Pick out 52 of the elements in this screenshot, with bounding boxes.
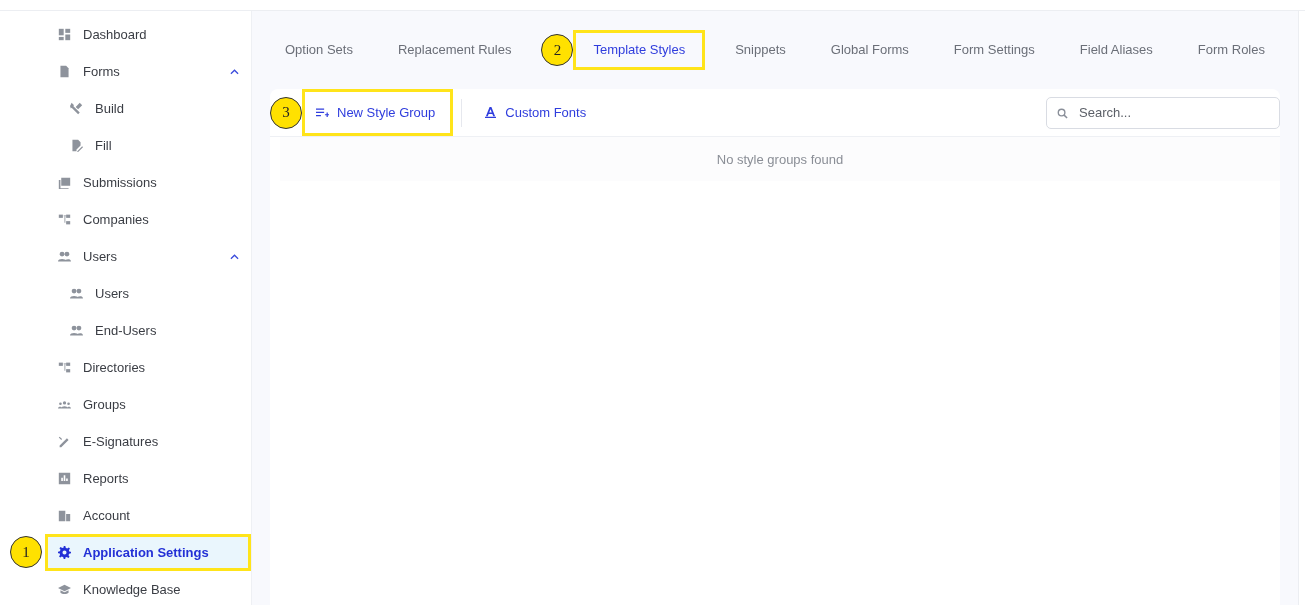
- tree-icon: [58, 361, 71, 374]
- tab[interactable]: Form Roles: [1182, 30, 1280, 70]
- edit-doc-icon: [70, 139, 83, 152]
- sidebar-item[interactable]: Groups: [45, 386, 251, 423]
- sidebar-item[interactable]: Build: [45, 90, 251, 127]
- sidebar-item[interactable]: Submissions: [45, 164, 251, 201]
- search-field[interactable]: Search...: [1046, 96, 1280, 129]
- tab[interactable]: Global Forms: [815, 30, 924, 70]
- tab[interactable]: Form Settings: [938, 30, 1050, 70]
- callout-badge: 3: [270, 96, 302, 129]
- chart-icon: [58, 472, 71, 485]
- sidebar-item[interactable]: End-Users: [45, 312, 251, 349]
- sidebar-item[interactable]: Companies: [45, 201, 251, 238]
- callout-badge: 2: [541, 34, 574, 66]
- sidebar-item[interactable]: Application Settings: [45, 534, 251, 571]
- sidebar-item[interactable]: Dashboard: [45, 16, 251, 53]
- sidebar-item[interactable]: E-Signatures: [45, 423, 251, 460]
- sidebar-item[interactable]: Reports: [45, 460, 251, 497]
- sidebar-item[interactable]: Users: [45, 275, 251, 312]
- tab[interactable]: Template Styles: [573, 30, 706, 70]
- chevron-up-icon[interactable]: [230, 68, 239, 75]
- group-icon: [58, 398, 71, 411]
- font-icon: [484, 107, 498, 118]
- sidebar-item[interactable]: Forms: [45, 53, 251, 90]
- sidebar-item[interactable]: Directories: [45, 349, 251, 386]
- people-icon: [70, 287, 83, 300]
- signature-icon: [58, 435, 71, 448]
- tools-icon: [70, 102, 83, 115]
- cap-icon: [58, 583, 71, 596]
- toolbar-button[interactable]: New Style Group: [302, 89, 454, 136]
- stack-icon: [58, 176, 71, 189]
- empty-message: No style groups found: [716, 151, 844, 167]
- gear-icon: [58, 546, 71, 559]
- search-icon: [1057, 107, 1068, 119]
- tree-icon: [58, 213, 71, 226]
- tab[interactable]: Replacement Rules: [382, 30, 527, 70]
- sidebar-item[interactable]: Account: [45, 497, 251, 534]
- sidebar-item[interactable]: Fill: [45, 127, 251, 164]
- people-icon: [70, 324, 83, 337]
- callout-badge: 1: [10, 536, 42, 568]
- chevron-up-icon[interactable]: [230, 253, 239, 260]
- sidebar-item[interactable]: Users: [45, 238, 251, 275]
- tab[interactable]: Snippets: [720, 30, 801, 70]
- toolbar-button[interactable]: Custom Fonts: [470, 89, 605, 136]
- building-icon: [58, 509, 71, 522]
- tab[interactable]: Field Aliases: [1064, 30, 1168, 70]
- sidebar-item[interactable]: Knowledge Base: [45, 571, 251, 605]
- list-add-icon: [316, 107, 329, 118]
- tab[interactable]: Option Sets: [270, 30, 368, 70]
- people-icon: [58, 250, 71, 263]
- document-icon: [58, 65, 71, 78]
- dashboard-icon: [58, 28, 71, 41]
